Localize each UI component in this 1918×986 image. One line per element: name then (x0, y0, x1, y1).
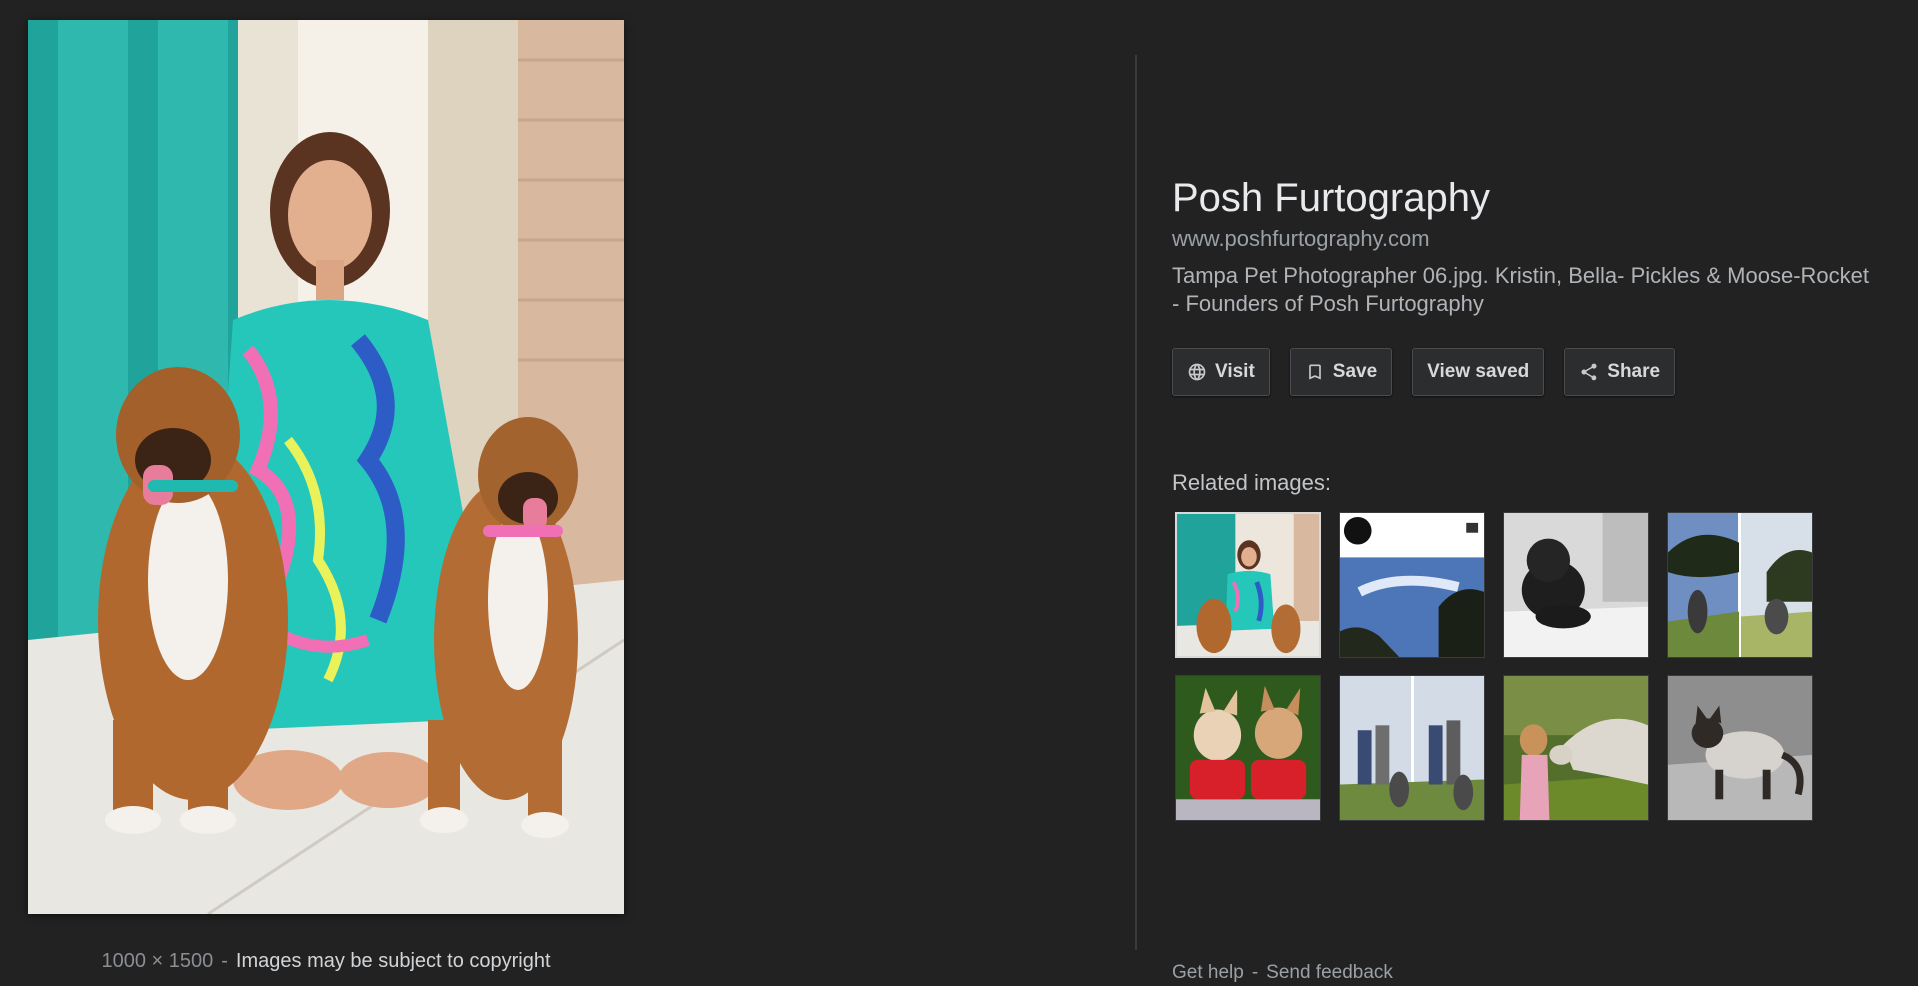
related-thumb-8[interactable] (1667, 675, 1813, 821)
view-saved-button[interactable]: View saved (1412, 348, 1545, 396)
save-label: Save (1332, 361, 1378, 382)
copyright-notice[interactable]: Images may be subject to copyright (236, 950, 551, 972)
related-thumb-2[interactable] (1339, 512, 1485, 658)
related-thumb-5[interactable] (1175, 675, 1321, 821)
image-dimensions: 1000 × 1500 (101, 950, 214, 972)
action-bar: Visit Save View saved Share (1172, 348, 1676, 396)
related-thumb-4[interactable] (1667, 512, 1813, 658)
send-feedback-link[interactable]: Send feedback (1266, 962, 1393, 983)
thumb-image (1177, 514, 1319, 656)
related-thumb-1[interactable] (1175, 512, 1321, 658)
view-saved-label: View saved (1427, 361, 1530, 382)
thumb-image (1340, 676, 1484, 820)
related-thumb-6[interactable] (1339, 675, 1485, 821)
share-label: Share (1607, 361, 1661, 382)
footer-separator: - (1251, 962, 1259, 983)
thumb-image (1504, 676, 1648, 820)
share-icon (1581, 363, 1597, 381)
image-description: Tampa Pet Photographer 06.jpg. Kristin, … (1172, 263, 1869, 316)
thumb-image (1340, 513, 1484, 657)
visit-label: Visit (1215, 361, 1255, 382)
share-button[interactable]: Share (1564, 348, 1676, 396)
thumb-image (1504, 513, 1648, 657)
page-title[interactable]: Posh Furtography (1172, 176, 1490, 221)
details-panel: Posh Furtography www.poshfurtography.com… (1172, 0, 1892, 986)
get-help-link[interactable]: Get help (1172, 962, 1244, 983)
main-photo (28, 20, 624, 914)
footer: Get help - Send feedback (1172, 962, 1393, 984)
related-thumb-3[interactable] (1503, 512, 1649, 658)
related-images-grid (1175, 512, 1813, 821)
visit-button[interactable]: Visit (1172, 348, 1270, 396)
save-button[interactable]: Save (1289, 348, 1393, 396)
panel-divider (1135, 55, 1137, 950)
image-caption: 1000 × 1500- Images may be subject to cop… (28, 950, 624, 973)
site-url[interactable]: www.poshfurtography.com (1172, 226, 1430, 252)
main-image[interactable] (28, 20, 624, 914)
thumb-image (1668, 513, 1812, 657)
caption-separator: - (221, 950, 228, 972)
bookmark-icon (1308, 364, 1321, 380)
globe-icon (1188, 363, 1206, 381)
thumb-image (1668, 676, 1812, 820)
related-images-heading: Related images: (1172, 470, 1331, 495)
thumb-image (1176, 676, 1320, 820)
related-thumb-7[interactable] (1503, 675, 1649, 821)
